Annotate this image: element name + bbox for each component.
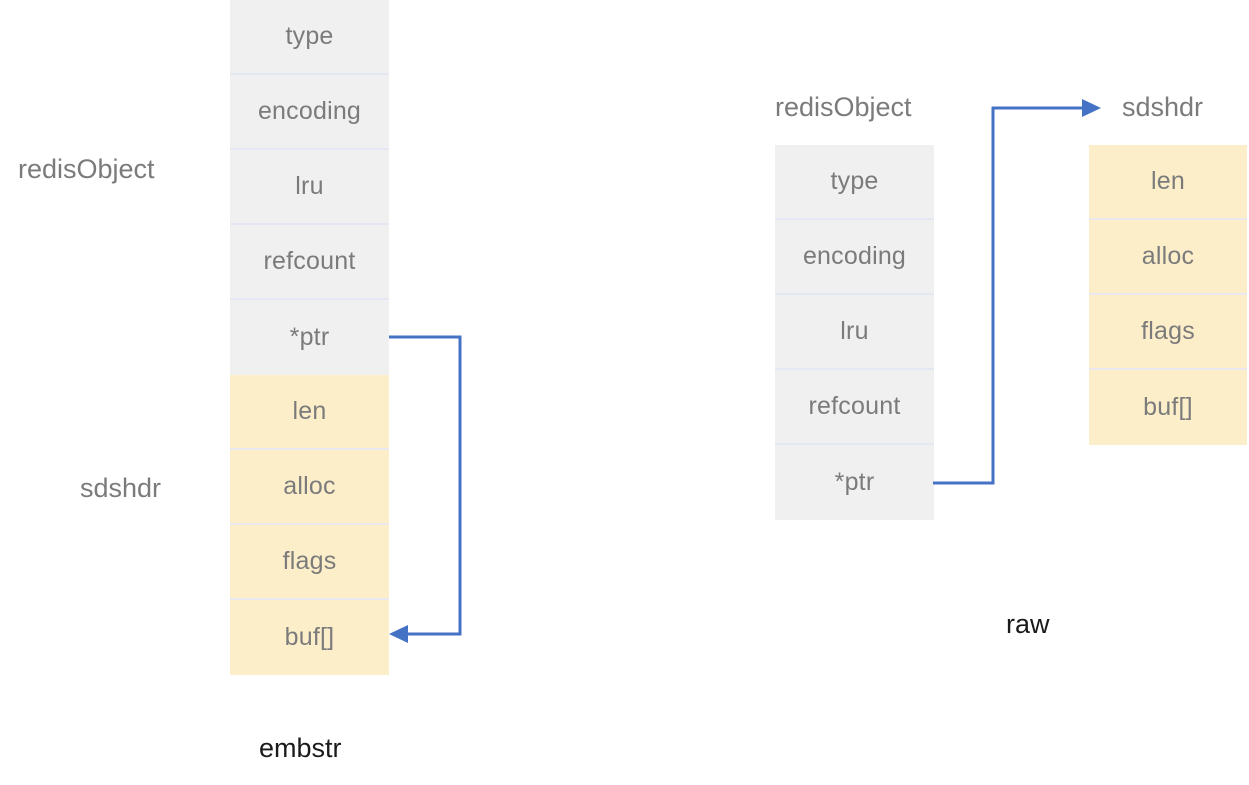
embstr-field-buf: buf[] — [230, 600, 389, 675]
embstr-struct-block: type encoding lru refcount *ptr len allo… — [230, 0, 389, 675]
raw-field-buf: buf[] — [1089, 370, 1247, 445]
embstr-field-lru: lru — [230, 150, 389, 225]
raw-field-refcount: refcount — [775, 370, 934, 445]
raw-field-encoding: encoding — [775, 220, 934, 295]
raw-caption: raw — [1006, 609, 1050, 639]
embstr-sdshdr-label: sdshdr — [80, 473, 162, 503]
embstr-field-ptr: *ptr — [230, 300, 389, 375]
raw-sdshdr-block: len alloc flags buf[] — [1089, 145, 1247, 445]
raw-field-ptr: *ptr — [775, 445, 934, 520]
embstr-field-len: len — [230, 375, 389, 450]
raw-pointer-arrow — [933, 99, 1101, 485]
embstr-field-refcount: refcount — [230, 225, 389, 300]
embstr-field-encoding: encoding — [230, 75, 389, 150]
raw-field-alloc: alloc — [1089, 220, 1247, 295]
embstr-field-flags: flags — [230, 525, 389, 600]
raw-redisobject-block: type encoding lru refcount *ptr — [775, 145, 934, 520]
embstr-redisobject-label: redisObject — [18, 154, 155, 184]
embstr-field-type: type — [230, 0, 389, 75]
raw-field-flags: flags — [1089, 295, 1247, 370]
raw-field-type: type — [775, 145, 934, 220]
raw-redisobject-label: redisObject — [775, 92, 912, 122]
embstr-pointer-arrow — [389, 335, 462, 643]
raw-field-lru: lru — [775, 295, 934, 370]
diagram-canvas: redisObject sdshdr type encoding lru ref… — [0, 0, 1249, 785]
raw-sdshdr-label: sdshdr — [1122, 92, 1204, 122]
raw-field-len: len — [1089, 145, 1247, 220]
embstr-caption: embstr — [259, 733, 342, 763]
embstr-field-alloc: alloc — [230, 450, 389, 525]
